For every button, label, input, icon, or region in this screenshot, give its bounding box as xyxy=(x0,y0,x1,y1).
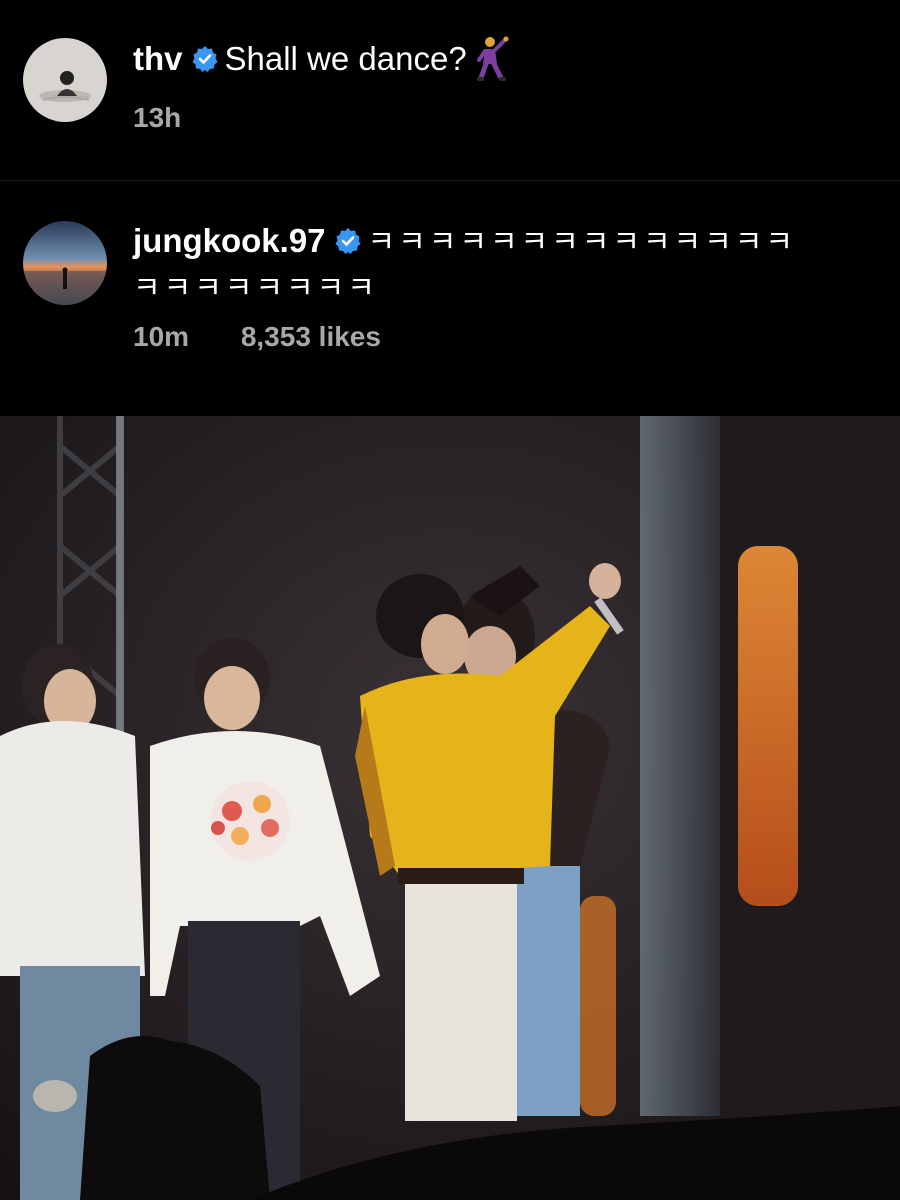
comment-timestamp: 13h xyxy=(133,102,182,133)
likes-count[interactable]: 8,353 likes xyxy=(241,321,381,352)
avatar[interactable] xyxy=(23,221,107,305)
comment-meta: 13h xyxy=(133,102,870,134)
comment-item: thv Shall we dance? 13h xyxy=(0,0,900,180)
concert-stage-photo xyxy=(0,416,900,1200)
comment-text-continued: ㅋㅋㅋㅋㅋㅋㅋㅋ xyxy=(133,272,378,305)
comment-text-line: jungkook.97 ㅋㅋㅋㅋㅋㅋㅋㅋㅋㅋㅋㅋㅋㅋ xyxy=(133,219,870,265)
comment-text: ㅋㅋㅋㅋㅋㅋㅋㅋㅋㅋㅋㅋㅋㅋ xyxy=(367,226,796,259)
comment-text: Shall we dance? xyxy=(224,40,467,77)
comment-content: jungkook.97 ㅋㅋㅋㅋㅋㅋㅋㅋㅋㅋㅋㅋㅋㅋ ㅋㅋㅋㅋㅋㅋㅋㅋ 10m … xyxy=(133,219,870,353)
avatar[interactable] xyxy=(23,38,107,122)
comment-meta: 10m 8,353 likes xyxy=(133,321,870,353)
verified-badge-icon xyxy=(335,228,361,254)
comment-item: jungkook.97 ㅋㅋㅋㅋㅋㅋㅋㅋㅋㅋㅋㅋㅋㅋ ㅋㅋㅋㅋㅋㅋㅋㅋ 10m … xyxy=(0,181,900,416)
comment-text-line: ㅋㅋㅋㅋㅋㅋㅋㅋ xyxy=(133,265,870,311)
dancing-man-emoji-icon xyxy=(476,36,509,81)
username[interactable]: thv xyxy=(133,40,183,77)
comment-timestamp: 10m xyxy=(133,321,190,352)
comment-content: thv Shall we dance? 13h xyxy=(133,36,870,134)
username[interactable]: jungkook.97 xyxy=(133,222,326,259)
verified-badge-icon xyxy=(192,46,217,72)
comment-text-line: thv Shall we dance? xyxy=(133,36,870,82)
